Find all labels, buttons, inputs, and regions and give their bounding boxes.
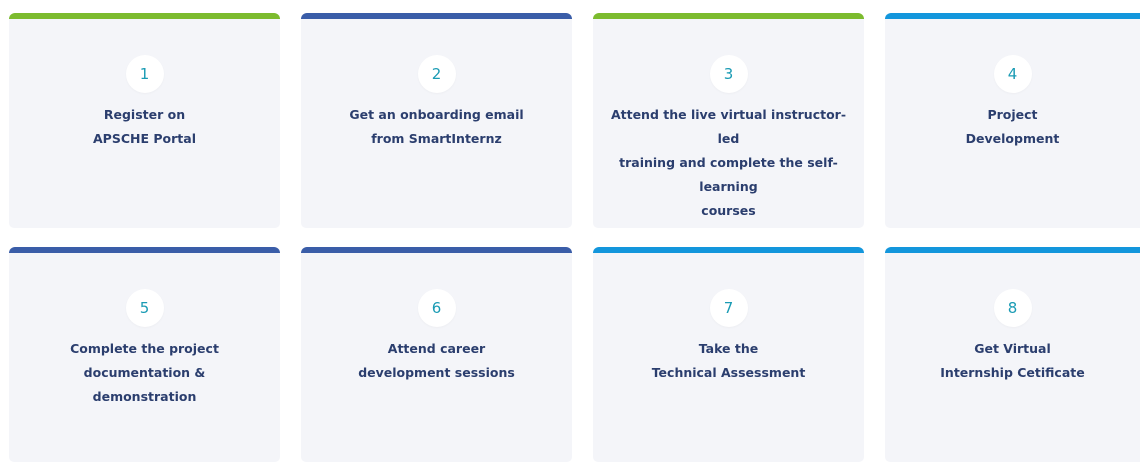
step-card-2: 2 Get an onboarding email from SmartInte… <box>301 13 572 228</box>
step-description: Take the Technical Assessment <box>651 341 806 380</box>
step-description: Get Virtual Internship Cetificate <box>940 341 1085 380</box>
step-number-badge: 3 <box>709 55 748 93</box>
step-number-badge: 6 <box>417 289 456 327</box>
step-description: Project Development <box>965 107 1060 146</box>
step-card-3: 3 Attend the live virtual instructor-led… <box>593 13 864 228</box>
step-description: Attend the live virtual instructor-led t… <box>610 107 847 218</box>
step-card-4: 4 Project Development <box>885 13 1140 228</box>
steps-grid: 1 Register on APSCHE Portal 2 Get an onb… <box>9 13 1140 462</box>
step-description: Attend career development sessions <box>358 341 515 380</box>
step-description: Complete the project documentation & dem… <box>70 341 219 404</box>
step-number-badge: 4 <box>993 55 1032 93</box>
step-description: Register on APSCHE Portal <box>93 107 196 146</box>
step-card-8: 8 Get Virtual Internship Cetificate <box>885 247 1140 462</box>
step-card-1: 1 Register on APSCHE Portal <box>9 13 280 228</box>
step-number-badge: 7 <box>709 289 748 327</box>
step-card-6: 6 Attend career development sessions <box>301 247 572 462</box>
step-card-5: 5 Complete the project documentation & d… <box>9 247 280 462</box>
step-number-badge: 5 <box>125 289 164 327</box>
step-card-7: 7 Take the Technical Assessment <box>593 247 864 462</box>
step-description: Get an onboarding email from SmartIntern… <box>349 107 524 146</box>
step-number-badge: 1 <box>125 55 164 93</box>
step-number-badge: 2 <box>417 55 456 93</box>
step-number-badge: 8 <box>993 289 1032 327</box>
